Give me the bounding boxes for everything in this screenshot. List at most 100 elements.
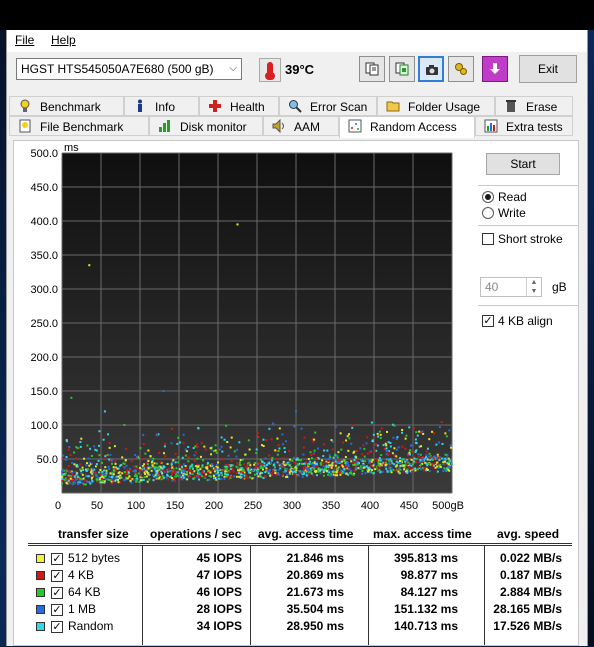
scatter-point	[302, 466, 305, 469]
scatter-point	[70, 480, 73, 483]
tab-aam[interactable]: AAM	[263, 116, 339, 136]
scatter-point	[111, 476, 114, 479]
scatter-point	[333, 453, 336, 456]
ops-cell: 46 IOPS	[196, 585, 242, 599]
scatter-point	[61, 470, 64, 473]
exit-button[interactable]: Exit	[519, 55, 577, 83]
menu-file[interactable]: File	[15, 33, 34, 47]
save-button[interactable]	[482, 56, 508, 82]
scatter-point	[359, 447, 362, 450]
scatter-point	[109, 472, 112, 475]
menu-help[interactable]: Help	[51, 33, 76, 47]
tab-erase[interactable]: Erase	[495, 96, 573, 116]
scatter-point	[310, 457, 313, 460]
scatter-point	[225, 475, 228, 478]
series-visible-checkbox[interactable]: ✓	[51, 621, 63, 633]
series-visible-checkbox[interactable]: ✓	[51, 570, 63, 582]
tab-disk-monitor[interactable]: Disk monitor	[149, 116, 263, 136]
scatter-point	[327, 473, 330, 476]
scatter-point	[299, 470, 302, 473]
scatter-point	[176, 474, 179, 477]
scatter-point	[101, 461, 104, 464]
scatter-point	[380, 427, 383, 430]
short-stroke-checkbox[interactable]	[482, 233, 494, 245]
series-visible-checkbox[interactable]: ✓	[51, 553, 63, 565]
scatter-point	[71, 473, 74, 476]
scatter-point	[261, 462, 264, 465]
scatter-point	[328, 464, 331, 467]
scatter-point	[444, 432, 447, 435]
scatter-point	[184, 448, 187, 451]
spinner-arrows-icon[interactable]: ▲ ▼	[526, 278, 541, 296]
scatter-point	[277, 444, 280, 447]
tab-file-benchmark[interactable]: File Benchmark	[9, 116, 149, 136]
scatter-point	[87, 457, 90, 460]
scatter-point	[321, 462, 324, 465]
scatter-point	[355, 466, 358, 469]
scatter-point	[342, 441, 345, 444]
start-button[interactable]: Start	[486, 153, 560, 175]
scatter-point	[334, 464, 337, 467]
tab-error-scan[interactable]: Error Scan	[279, 96, 377, 116]
tab-folder-usage[interactable]: Folder Usage	[377, 96, 495, 116]
scatter-point	[224, 472, 227, 475]
scatter-point	[73, 463, 76, 466]
copy-clipboard-button[interactable]	[389, 56, 415, 82]
scatter-point	[270, 438, 273, 441]
scatter-point	[255, 452, 258, 455]
x-tick-label: 0	[55, 500, 61, 512]
scatter-point	[359, 468, 362, 471]
scatter-point	[281, 443, 284, 446]
bar-chart-icon	[159, 120, 170, 132]
scatter-point	[378, 468, 381, 471]
options-button[interactable]	[448, 56, 474, 82]
align-4kb-checkbox[interactable]: ✓	[482, 315, 494, 327]
drive-dropdown[interactable]: HGST HTS545050A7E680 (500 gB) ⌵	[16, 58, 242, 80]
tab-health[interactable]: Health	[199, 96, 279, 116]
scatter-point	[235, 455, 238, 458]
scatter-point	[410, 450, 413, 453]
scatter-point	[220, 436, 223, 439]
scatter-point	[278, 427, 281, 430]
tab-extra-tests[interactable]: Extra tests	[475, 116, 573, 136]
tab-random-access[interactable]: Random Access	[339, 116, 475, 138]
scatter-point	[272, 469, 275, 472]
scatter-point	[305, 474, 308, 477]
screenshot-button[interactable]	[418, 56, 444, 82]
scatter-point	[232, 470, 235, 473]
scatter-point	[161, 467, 164, 470]
scatter-point	[439, 465, 442, 468]
scatter-point	[294, 471, 297, 474]
scatter-point	[149, 455, 152, 458]
read-label: Read	[498, 190, 527, 204]
series-visible-checkbox[interactable]: ✓	[51, 587, 63, 599]
scatter-point	[201, 475, 204, 478]
scatter-point	[105, 472, 108, 475]
scatter-point	[365, 442, 368, 445]
short-stroke-size-input[interactable]: 40 ▲ ▼	[480, 277, 542, 297]
scatter-point	[150, 461, 153, 464]
scatter-point	[206, 461, 209, 464]
scatter-point	[376, 466, 379, 469]
write-radio[interactable]	[482, 207, 494, 219]
scatter-point	[305, 466, 308, 469]
scatter-point	[310, 472, 313, 475]
copy-text-button[interactable]	[359, 56, 385, 82]
scatter-point	[146, 463, 149, 466]
scatter-point	[128, 469, 131, 472]
scatter-point	[102, 438, 105, 441]
scatter-point	[334, 425, 337, 428]
scatter-point	[108, 458, 111, 461]
read-radio[interactable]	[482, 191, 494, 203]
scatter-point	[114, 476, 117, 479]
tab-info[interactable]: Info	[124, 96, 199, 116]
scatter-point	[155, 462, 158, 465]
scatter-point	[278, 464, 281, 467]
tab-benchmark[interactable]: Benchmark	[9, 96, 124, 116]
scatter-point	[251, 469, 254, 472]
series-visible-checkbox[interactable]: ✓	[51, 604, 63, 616]
scatter-point	[124, 459, 127, 462]
scatter-point	[408, 426, 411, 429]
scatter-point	[235, 475, 238, 478]
scatter-point	[85, 474, 88, 477]
